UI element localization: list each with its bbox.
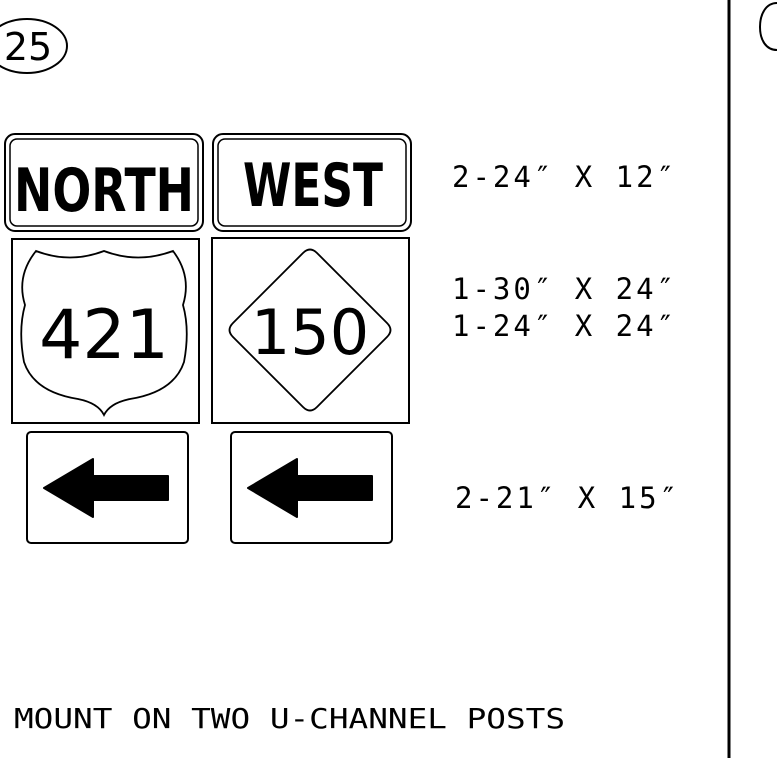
dimension-state-marker: 1-24″ X 24″	[452, 309, 677, 343]
state-route-sign: 150	[211, 237, 410, 424]
state-route-number: 150	[251, 296, 369, 369]
north-sign: NORTH	[4, 133, 204, 232]
sign-detail-sheet: 25 NORTH WEST 2-24″ X 12″ 421 150 1-30″ …	[0, 0, 777, 758]
us-route-number: 421	[39, 296, 169, 375]
arrow-sign-left	[26, 431, 189, 544]
us-route-sign: 421	[11, 238, 200, 424]
arrow-sign-right	[230, 431, 393, 544]
north-label: NORTH	[14, 156, 194, 226]
dimension-us-shield: 1-30″ X 24″	[452, 272, 677, 306]
next-detail-bubble-outline	[758, 2, 777, 51]
dimension-cardinal-signs: 2-24″ X 12″	[452, 160, 677, 194]
detail-number-bubble: 25	[0, 18, 68, 74]
west-label: WEST	[243, 151, 383, 221]
mounting-note: MOUNT ON TWO U-CHANNEL POSTS	[14, 702, 565, 735]
detail-number: 25	[4, 25, 52, 69]
west-sign: WEST	[212, 133, 412, 232]
dimension-arrow-signs: 2-21″ X 15″	[455, 481, 680, 515]
